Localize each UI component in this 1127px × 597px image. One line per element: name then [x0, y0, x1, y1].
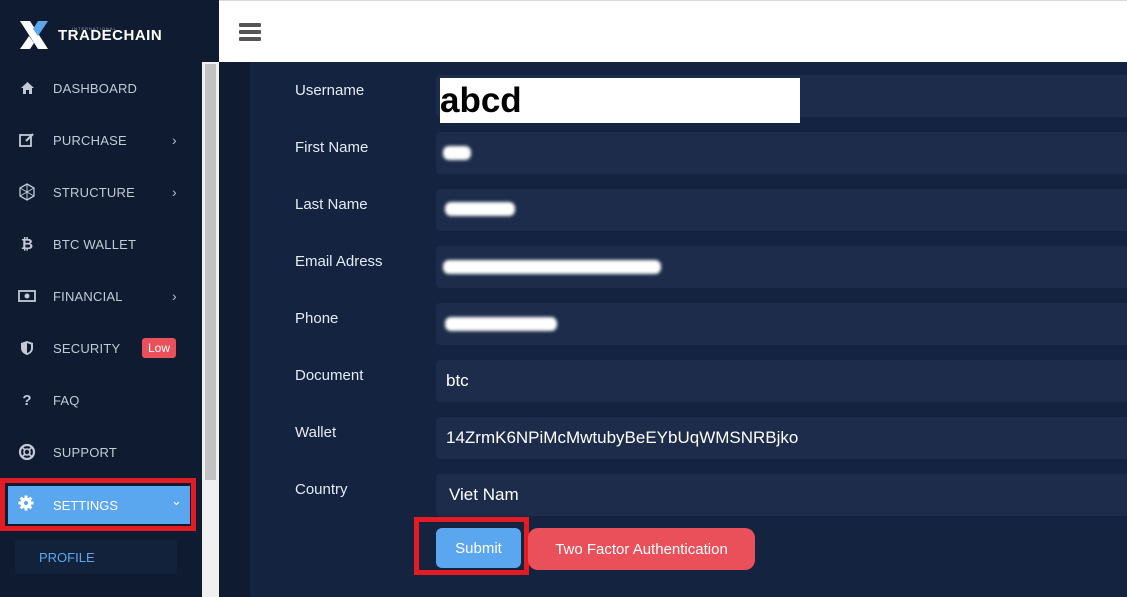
money-icon — [18, 287, 36, 305]
profile-form-card: Username abcd First Name Last Name Email… — [250, 62, 1127, 597]
sidebar: TRADECHAIN INTERNATIONAL DASHBOARD PURCH… — [0, 0, 219, 597]
first-name-field[interactable] — [436, 132, 1127, 174]
sidebar-item-label: PURCHASE — [53, 132, 127, 148]
email-label: Email Adress — [295, 253, 383, 270]
username-label: Username — [295, 82, 365, 99]
brand-tagline: INTERNATIONAL — [72, 26, 117, 31]
sidebar-menu: DASHBOARD PURCHASE › STRUCTURE › ₿ BTC W… — [0, 62, 202, 478]
document-field[interactable]: btc — [436, 360, 1127, 402]
security-level-badge: Low — [142, 338, 177, 358]
sidebar-item-purchase[interactable]: PURCHASE › — [0, 114, 202, 166]
document-value: btc — [446, 371, 469, 390]
sidebar-item-label: STRUCTURE — [53, 184, 135, 200]
shield-icon — [18, 339, 36, 357]
sidebar-item-label: SETTINGS — [53, 497, 119, 513]
wallet-label: Wallet — [295, 424, 337, 441]
phone-label: Phone — [295, 310, 339, 327]
chevron-right-icon: › — [172, 132, 177, 148]
country-value: Viet Nam — [449, 485, 519, 504]
sidebar-item-security[interactable]: SECURITY Low — [0, 322, 202, 374]
chevron-right-icon: › — [172, 184, 177, 200]
sidebar-item-label: FAQ — [53, 392, 80, 408]
home-icon — [18, 79, 36, 97]
country-label: Country — [295, 481, 348, 498]
chevron-down-icon: ⌄ — [171, 493, 182, 508]
redacted-mask — [445, 317, 557, 331]
first-name-label: First Name — [295, 139, 369, 156]
main-content: Username abcd First Name Last Name Email… — [219, 62, 1127, 597]
sidebar-item-label: FINANCIAL — [53, 288, 123, 304]
edit-icon — [18, 131, 36, 149]
wallet-field[interactable]: 14ZrmK6NPiMcMwtubyBeEYbUqWMSNRBjko — [436, 417, 1127, 459]
sidebar-item-settings[interactable]: SETTINGS ⌄ — [8, 486, 190, 524]
sidebar-item-label: DASHBOARD — [53, 80, 138, 96]
lifebuoy-icon — [18, 443, 36, 461]
question-icon: ? — [22, 391, 32, 409]
redacted-mask — [443, 260, 661, 274]
redacted-mask — [443, 146, 471, 160]
country-select[interactable]: Viet Nam ▼ — [436, 474, 1127, 516]
sidebar-scrollbar[interactable] — [202, 62, 219, 597]
last-name-field[interactable] — [436, 189, 1127, 231]
hamburger-menu-icon[interactable] — [239, 23, 261, 41]
sidebar-item-btc-wallet[interactable]: ₿ BTC WALLET — [0, 218, 202, 270]
brand-logo[interactable]: TRADECHAIN — [18, 18, 162, 52]
sidebar-item-label: SECURITY — [53, 340, 121, 356]
sidebar-subitem-profile[interactable]: PROFILE — [15, 540, 177, 574]
username-value: abcd — [440, 78, 800, 123]
network-icon — [18, 183, 36, 201]
last-name-label: Last Name — [295, 196, 368, 213]
redacted-mask — [445, 202, 515, 216]
sidebar-item-dashboard[interactable]: DASHBOARD — [0, 62, 202, 114]
sidebar-item-label: SUPPORT — [53, 444, 118, 460]
top-bar — [219, 0, 1127, 62]
sidebar-item-faq[interactable]: ? FAQ — [0, 374, 202, 426]
chevron-right-icon: › — [172, 288, 177, 304]
tradechain-x-logo-icon — [18, 19, 50, 51]
sidebar-item-financial[interactable]: FINANCIAL › — [0, 270, 202, 322]
submit-button[interactable]: Submit — [436, 528, 521, 568]
gear-icon — [18, 495, 34, 516]
sidebar-item-structure[interactable]: STRUCTURE › — [0, 166, 202, 218]
sidebar-scrollbar-thumb[interactable] — [205, 64, 216, 480]
wallet-value: 14ZrmK6NPiMcMwtubyBeEYbUqWMSNRBjko — [446, 428, 799, 447]
bitcoin-icon: ₿ — [20, 235, 34, 253]
two-factor-auth-button[interactable]: Two Factor Authentication — [528, 528, 755, 570]
document-label: Document — [295, 367, 364, 384]
sidebar-item-label: BTC WALLET — [53, 236, 137, 252]
sidebar-item-support[interactable]: SUPPORT — [0, 426, 202, 478]
